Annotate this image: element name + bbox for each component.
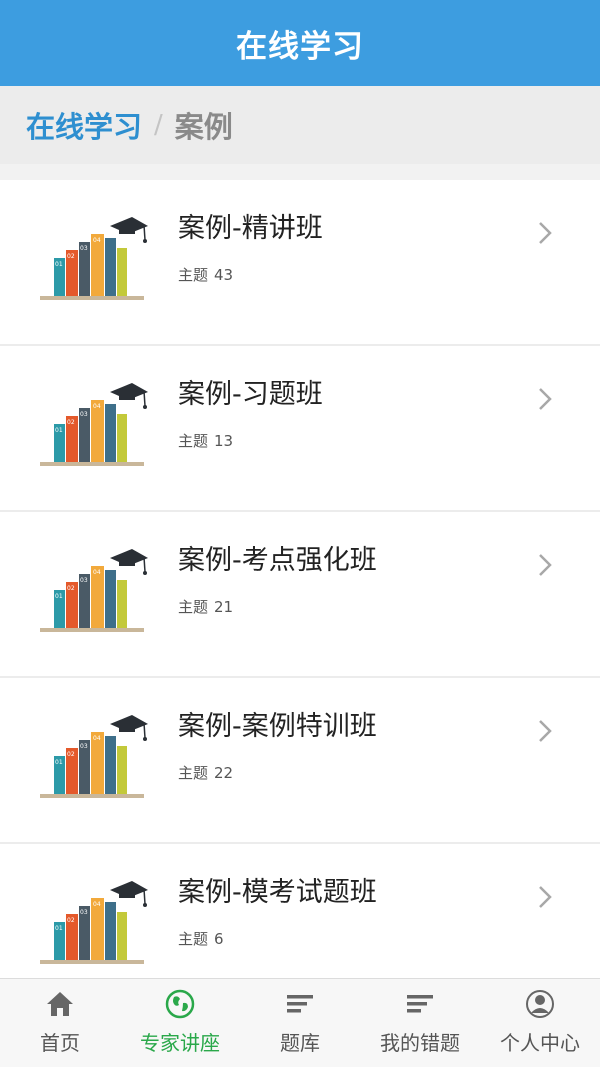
topic-label: 主题	[178, 598, 209, 616]
globe-icon	[165, 989, 195, 1019]
tab-label: 首页	[40, 1031, 80, 1055]
book-number-label: 03	[80, 411, 88, 418]
topic-count-value: 43	[214, 266, 234, 284]
book-number-label: 01	[55, 261, 63, 268]
tab-my-mistakes[interactable]: 我的错题	[360, 979, 480, 1067]
app-screen: 在线学习 在线学习 / 案例 01 02 03 04 案例-精讲班 主题 43 …	[0, 0, 600, 1067]
topic-count: 主题 22	[178, 762, 233, 783]
course-list: 01 02 03 04 案例-精讲班 主题 43 01 02 03 04 案例-…	[0, 180, 600, 978]
course-name: 案例-习题班	[178, 379, 323, 410]
topic-count: 主题 21	[178, 596, 233, 617]
tab-label: 专家讲座	[140, 1031, 220, 1055]
book-number-label: 04	[93, 403, 101, 410]
book-number-label: 04	[93, 901, 101, 908]
chevron-right-icon	[539, 388, 552, 410]
tab-label: 题库	[280, 1031, 320, 1055]
course-name: 案例-模考试题班	[178, 877, 377, 908]
topic-count: 主题 6	[178, 928, 224, 949]
breadcrumb-link-online-learning[interactable]: 在线学习	[26, 104, 142, 146]
tab-home[interactable]: 首页	[0, 979, 120, 1067]
tab-expert-lectures[interactable]: 专家讲座	[120, 979, 240, 1067]
books-graduation-cap-icon: 01 02 03 04	[40, 549, 148, 632]
course-name: 案例-考点强化班	[178, 545, 377, 576]
list-item[interactable]: 01 02 03 04 案例-考点强化班 主题 21	[0, 512, 600, 678]
breadcrumb: 在线学习 / 案例	[0, 86, 600, 164]
list-item[interactable]: 01 02 03 04 案例-案例特训班 主题 22	[0, 678, 600, 844]
page-title: 在线学习	[236, 28, 364, 65]
tab-label: 我的错题	[380, 1031, 460, 1055]
book-number-label: 02	[67, 253, 75, 260]
breadcrumb-separator: /	[154, 110, 163, 140]
topic-label: 主题	[178, 432, 209, 450]
topic-count-value: 13	[214, 432, 234, 450]
books-graduation-cap-icon: 01 02 03 04	[40, 383, 148, 466]
topic-count: 主题 13	[178, 430, 233, 451]
book-number-label: 03	[80, 743, 88, 750]
course-name: 案例-精讲班	[178, 213, 323, 244]
books-graduation-cap-icon: 01 02 03 04	[40, 715, 148, 798]
topic-label: 主题	[178, 930, 209, 948]
book-number-label: 01	[55, 925, 63, 932]
book-number-label: 02	[67, 751, 75, 758]
home-icon	[47, 992, 73, 1016]
book-number-label: 04	[93, 735, 101, 742]
course-name: 案例-案例特训班	[178, 711, 377, 742]
books-graduation-cap-icon: 01 02 03 04	[40, 217, 148, 300]
book-number-label: 04	[93, 569, 101, 576]
book-number-label: 04	[93, 237, 101, 244]
topic-count: 主题 43	[178, 264, 233, 285]
book-number-label: 01	[55, 427, 63, 434]
topic-label: 主题	[178, 266, 209, 284]
top-app-bar: 在线学习	[0, 0, 600, 86]
breadcrumb-current: 案例	[174, 110, 233, 144]
topic-label: 主题	[178, 764, 209, 782]
book-number-label: 02	[67, 419, 75, 426]
list-item[interactable]: 01 02 03 04 案例-模考试题班 主题 6	[0, 844, 600, 978]
chevron-right-icon	[539, 886, 552, 908]
list-item[interactable]: 01 02 03 04 案例-习题班 主题 13	[0, 346, 600, 512]
book-number-label: 03	[80, 245, 88, 252]
user-icon	[526, 990, 554, 1018]
topic-count-value: 6	[214, 930, 224, 948]
list-icon	[407, 995, 433, 1013]
bottom-tab-bar: 首页 专家讲座 题库 我的错题 个人中心	[0, 978, 600, 1067]
books-graduation-cap-icon: 01 02 03 04	[40, 881, 148, 964]
chevron-right-icon	[539, 554, 552, 576]
chevron-right-icon	[539, 720, 552, 742]
book-number-label: 01	[55, 593, 63, 600]
book-number-label: 02	[67, 585, 75, 592]
topic-count-value: 22	[214, 764, 234, 782]
tab-profile[interactable]: 个人中心	[480, 979, 600, 1067]
book-number-label: 03	[80, 577, 88, 584]
tab-label: 个人中心	[500, 1031, 580, 1055]
list-item[interactable]: 01 02 03 04 案例-精讲班 主题 43	[0, 180, 600, 346]
chevron-right-icon	[539, 222, 552, 244]
book-number-label: 02	[67, 917, 75, 924]
topic-count-value: 21	[214, 598, 234, 616]
book-number-label: 03	[80, 909, 88, 916]
tab-question-bank[interactable]: 题库	[240, 979, 360, 1067]
list-icon	[287, 995, 313, 1013]
book-number-label: 01	[55, 759, 63, 766]
